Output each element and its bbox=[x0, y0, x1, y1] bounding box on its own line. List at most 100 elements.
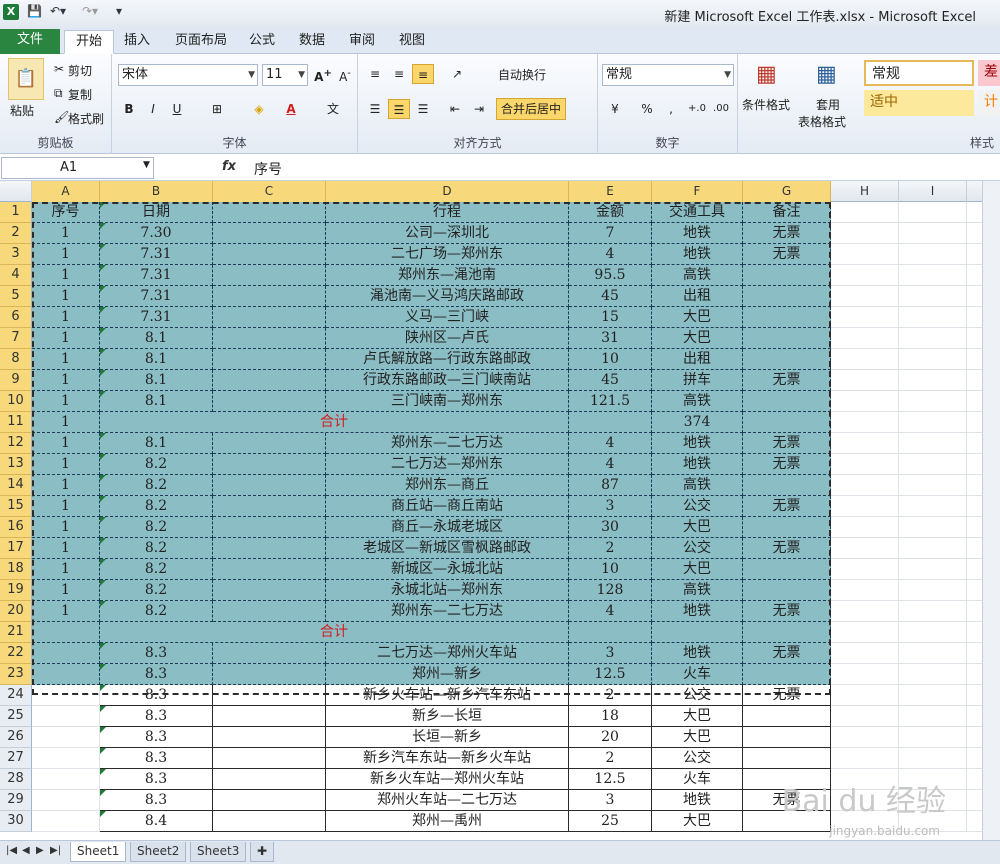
cell-d[interactable]: 商丘—永城老城区 bbox=[326, 517, 569, 538]
cell-c[interactable] bbox=[213, 307, 326, 328]
cell-b[interactable]: 8.3 bbox=[100, 748, 213, 769]
cell-b[interactable]: 7.31 bbox=[100, 265, 213, 286]
cell-b[interactable]: 8.2 bbox=[100, 517, 213, 538]
empty-cell[interactable] bbox=[831, 601, 899, 622]
increase-decimal-icon[interactable]: +.0 bbox=[686, 99, 708, 119]
cell-a[interactable]: 1 bbox=[32, 307, 100, 328]
col-header[interactable]: B bbox=[100, 181, 213, 202]
style-normal[interactable]: 常规 bbox=[864, 60, 974, 86]
cell-c[interactable] bbox=[213, 391, 326, 412]
cell-a[interactable] bbox=[32, 727, 100, 748]
cell-g[interactable]: 无票 bbox=[743, 370, 831, 391]
empty-cell[interactable] bbox=[831, 748, 899, 769]
cell-f[interactable]: 公交 bbox=[652, 748, 743, 769]
cell-e[interactable]: 31 bbox=[569, 328, 652, 349]
cell-g[interactable] bbox=[743, 706, 831, 727]
style-neutral[interactable]: 适中 bbox=[864, 90, 974, 116]
sheet-tab[interactable]: Sheet2 bbox=[130, 842, 187, 862]
cell-c[interactable] bbox=[213, 811, 326, 832]
tab-insert[interactable]: 插入 bbox=[114, 30, 160, 54]
last-sheet-icon[interactable]: ▶| bbox=[50, 845, 61, 856]
row-header[interactable]: 23 bbox=[0, 664, 32, 685]
empty-cell[interactable] bbox=[831, 391, 899, 412]
row-header[interactable]: 16 bbox=[0, 517, 32, 538]
font-name-combo[interactable]: 宋体 ▼ bbox=[118, 64, 258, 86]
cell-e[interactable]: 121.5 bbox=[569, 391, 652, 412]
cell-c[interactable] bbox=[213, 454, 326, 475]
select-all-corner[interactable] bbox=[0, 181, 32, 202]
cell-a[interactable]: 1 bbox=[32, 517, 100, 538]
empty-cell[interactable] bbox=[831, 559, 899, 580]
empty-cell[interactable] bbox=[899, 706, 967, 727]
cell-d[interactable]: 行政东路邮政—三门峡南站 bbox=[326, 370, 569, 391]
cell-e[interactable]: 25 bbox=[569, 811, 652, 832]
decrease-indent-icon[interactable]: ⇤ bbox=[444, 99, 466, 119]
cell-b[interactable]: 8.2 bbox=[100, 538, 213, 559]
cell-b[interactable]: 8.2 bbox=[100, 454, 213, 475]
empty-cell[interactable] bbox=[831, 412, 899, 433]
align-right-icon[interactable]: ☰ bbox=[412, 99, 434, 119]
fill-color-icon[interactable]: ◈ bbox=[248, 99, 270, 119]
tab-review[interactable]: 审阅 bbox=[340, 30, 384, 54]
empty-cell[interactable] bbox=[831, 580, 899, 601]
row-header[interactable]: 20 bbox=[0, 601, 32, 622]
cell-f[interactable]: 地铁 bbox=[652, 223, 743, 244]
row-header[interactable]: 15 bbox=[0, 496, 32, 517]
row-header[interactable]: 11 bbox=[0, 412, 32, 433]
cell-g[interactable] bbox=[743, 475, 831, 496]
chevron-down-icon[interactable]: ▼ bbox=[143, 160, 150, 170]
empty-cell[interactable] bbox=[899, 370, 967, 391]
row-header[interactable]: 17 bbox=[0, 538, 32, 559]
cell-g[interactable]: 无票 bbox=[743, 244, 831, 265]
cell-d[interactable]: 郑州—新乡 bbox=[326, 664, 569, 685]
cell-a[interactable]: 1 bbox=[32, 244, 100, 265]
empty-cell[interactable] bbox=[831, 244, 899, 265]
insert-function-icon[interactable]: fx bbox=[222, 159, 236, 174]
cell-d[interactable]: 郑州东—商丘 bbox=[326, 475, 569, 496]
row-header[interactable]: 29 bbox=[0, 790, 32, 811]
cell-a[interactable] bbox=[32, 622, 100, 643]
conditional-format-icon[interactable]: ▦ bbox=[756, 62, 777, 87]
cell-b[interactable]: 8.3 bbox=[100, 706, 213, 727]
empty-cell[interactable] bbox=[831, 727, 899, 748]
cell-c[interactable] bbox=[213, 664, 326, 685]
tab-data[interactable]: 数据 bbox=[290, 30, 334, 54]
cell-b[interactable]: 8.3 bbox=[100, 664, 213, 685]
cell-a[interactable]: 1 bbox=[32, 265, 100, 286]
cell-d[interactable]: 新乡汽车东站—新乡火车站 bbox=[326, 748, 569, 769]
cell-c[interactable] bbox=[213, 580, 326, 601]
empty-cell[interactable] bbox=[899, 223, 967, 244]
cell-c[interactable] bbox=[213, 538, 326, 559]
copy-icon[interactable]: ⧉ bbox=[54, 86, 63, 101]
cell-e[interactable]: 3 bbox=[569, 496, 652, 517]
cell-g[interactable] bbox=[743, 265, 831, 286]
prev-sheet-icon[interactable]: ◀ bbox=[22, 845, 30, 856]
cell-f[interactable]: 出租 bbox=[652, 286, 743, 307]
cell-b[interactable]: 8.3 bbox=[100, 727, 213, 748]
cell-a[interactable] bbox=[32, 643, 100, 664]
font-size-combo[interactable]: 11 ▼ bbox=[262, 64, 308, 86]
phonetic-icon[interactable]: 文 bbox=[322, 99, 344, 119]
align-center-icon[interactable]: ☰ bbox=[388, 99, 410, 119]
excel-app-icon[interactable]: X bbox=[3, 4, 19, 20]
cell-e[interactable]: 45 bbox=[569, 286, 652, 307]
empty-cell[interactable] bbox=[899, 580, 967, 601]
cell-e[interactable]: 18 bbox=[569, 706, 652, 727]
align-middle-icon[interactable]: ≡ bbox=[388, 64, 410, 84]
row-header[interactable]: 4 bbox=[0, 265, 32, 286]
cell-c[interactable] bbox=[213, 370, 326, 391]
cell-a[interactable]: 1 bbox=[32, 391, 100, 412]
cell-a[interactable] bbox=[32, 706, 100, 727]
cell-e[interactable]: 4 bbox=[569, 244, 652, 265]
sheet-tab[interactable]: Sheet1 bbox=[70, 842, 127, 862]
row-header[interactable]: 2 bbox=[0, 223, 32, 244]
cell-e[interactable]: 2 bbox=[569, 748, 652, 769]
cell-d[interactable]: 新城区—永城北站 bbox=[326, 559, 569, 580]
cell-f[interactable]: 公交 bbox=[652, 496, 743, 517]
empty-cell[interactable] bbox=[899, 202, 967, 223]
tab-view[interactable]: 视图 bbox=[390, 30, 434, 54]
cell-a[interactable]: 1 bbox=[32, 370, 100, 391]
empty-cell[interactable] bbox=[899, 475, 967, 496]
cell-g[interactable]: 备注 bbox=[743, 202, 831, 223]
cell-g[interactable] bbox=[743, 307, 831, 328]
